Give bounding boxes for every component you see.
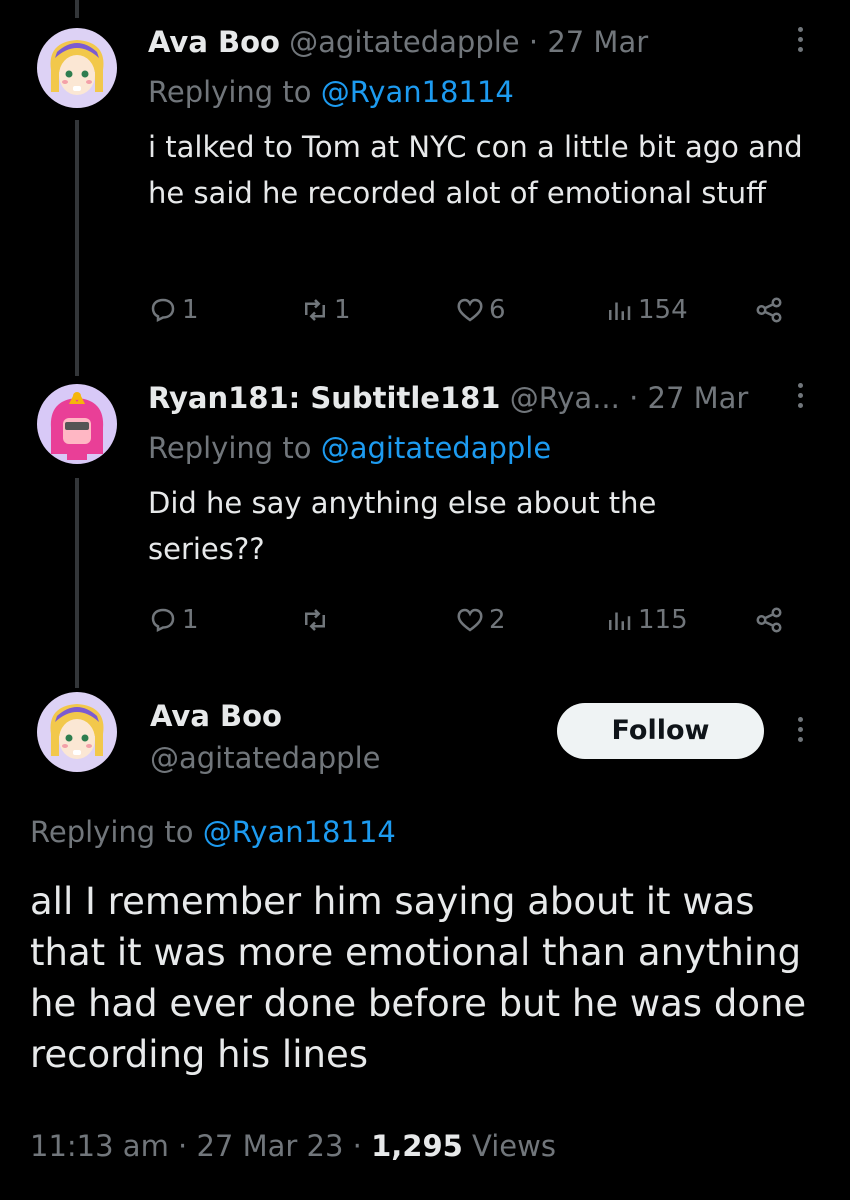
main-time[interactable]: 11:13 am [30,1129,169,1163]
reply1-handle[interactable]: @agitatedapple [289,25,520,59]
reply-icon [151,298,175,323]
reply1-like-button[interactable]: 6 [455,290,506,330]
reply2-reply-count: 1 [182,605,199,635]
retweet-icon [305,299,325,321]
more-icon[interactable] [788,712,812,752]
views-icon [609,302,631,320]
avatar-ava-boo[interactable] [37,28,117,108]
reply1-like-count: 6 [489,295,506,325]
reply1-reply-button[interactable]: 1 [148,290,199,330]
main-mention[interactable]: @Ryan18114 [203,815,396,849]
reply1-share-button[interactable] [754,290,788,330]
main-author-name[interactable]: Ava Boo [150,696,282,736]
main-replying-to: Replying to @Ryan18114 [30,812,396,852]
reply1-views-count: 154 [638,295,688,325]
like-icon [457,608,483,632]
reply1-mention[interactable]: @Ryan18114 [321,75,514,109]
like-icon [457,298,483,322]
reply1-reply-count: 1 [182,295,199,325]
reply2-text: Did he say anything else about the serie… [148,486,657,566]
reply2-replying-to: Replying to @agitatedapple [148,428,551,468]
avatar-ava-boo[interactable] [37,692,117,772]
reply2-author-name[interactable]: Ryan181: Subtitle181 [148,381,500,415]
retweet-icon [305,609,325,631]
avatar-ryan181[interactable] [37,384,117,464]
reply2-reply-button[interactable]: 1 [148,600,199,640]
reply1-views-button[interactable]: 154 [604,290,688,330]
reply2-share-button[interactable] [754,600,788,640]
thread-line-top [75,0,79,18]
separator-dot: · [629,381,639,415]
main-tweet-meta: 11:13 am · 27 Mar 23 · 1,295 Views [30,1126,556,1166]
reply2-like-button[interactable]: 2 [455,600,506,640]
reply1-retweet-count: 1 [334,295,351,325]
more-icon[interactable] [788,378,812,418]
reply1-time[interactable]: 27 Mar [547,25,648,59]
main-date[interactable]: 27 Mar 23 [196,1129,343,1163]
replying-label: Replying to [148,75,321,109]
views-icon [609,612,631,630]
separator-dot: · [528,25,539,59]
reply2-time[interactable]: 27 Mar [648,381,749,415]
replying-label: Replying to [30,815,203,849]
reply2-like-count: 2 [489,605,506,635]
reply2-header: Ryan181: Subtitle181 @Rya... · 27 Mar [148,378,748,418]
share-icon [756,607,782,633]
reply1-retweet-button[interactable]: 1 [300,290,351,330]
reply1-text: i talked to Tom at NYC con a little bit … [148,130,803,210]
main-handle[interactable]: @agitatedapple [150,738,381,778]
reply1-author-name[interactable]: Ava Boo [148,25,280,59]
replying-label: Replying to [148,431,321,465]
separator-dot: · [352,1129,362,1163]
follow-button[interactable]: Follow [557,703,764,759]
reply2-retweet-button[interactable] [300,600,334,640]
reply1-header: Ava Boo @agitatedapple · 27 Mar [148,22,648,62]
thread-line-2 [75,478,79,688]
more-icon[interactable] [788,22,812,62]
reply2-handle[interactable]: @Rya... [510,381,620,415]
thread-line-1 [75,120,79,376]
reply2-mention[interactable]: @agitatedapple [321,431,552,465]
share-icon [756,297,782,323]
reply1-replying-to: Replying to @Ryan18114 [148,72,514,112]
separator-dot: · [178,1129,188,1163]
main-views-count: 1,295 [371,1129,463,1163]
reply-icon [151,608,175,633]
reply2-views-button[interactable]: 115 [604,600,688,640]
main-views-label: Views [472,1129,556,1163]
main-tweet-text: all I remember him saying about it was t… [30,880,807,1076]
reply2-views-count: 115 [638,605,688,635]
